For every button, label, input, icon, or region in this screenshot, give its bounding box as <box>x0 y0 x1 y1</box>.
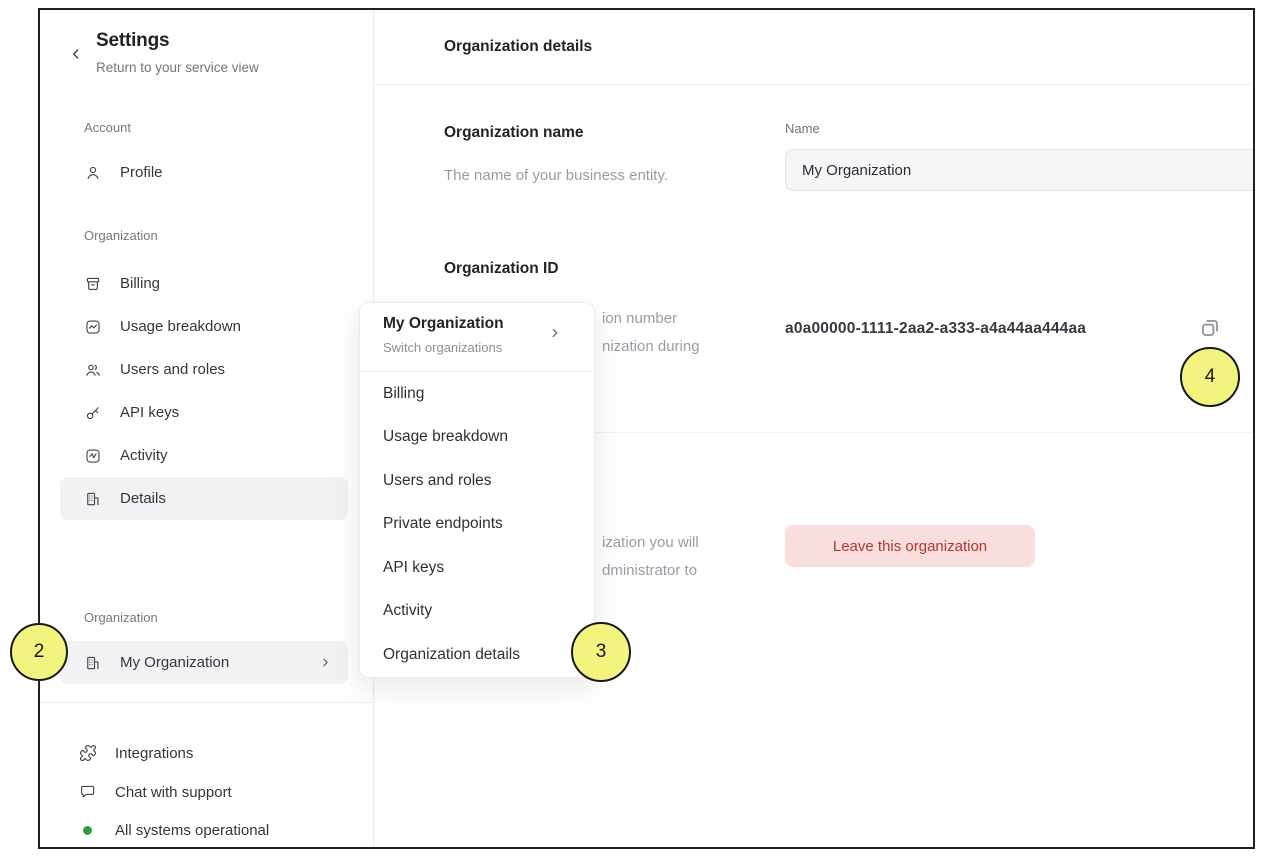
menu-item-api-keys[interactable]: API keys <box>360 546 594 590</box>
sidebar-item-profile[interactable]: Profile <box>60 151 348 194</box>
sidebar-subtitle: Return to your service view <box>96 60 259 75</box>
settings-sidebar: Settings Return to your service view Acc… <box>40 10 374 847</box>
section-label-organization-switcher: Organization <box>84 610 158 625</box>
chat-bubble-icon <box>79 783 97 801</box>
screenshot-stage: Settings Return to your service view Acc… <box>0 0 1262 866</box>
sidebar-item-users-and-roles[interactable]: Users and roles <box>60 348 348 391</box>
menu-org-title: My Organization <box>383 315 504 333</box>
annotation-badge-3: 3 <box>571 622 631 682</box>
sidebar-item-billing[interactable]: Billing <box>60 262 348 305</box>
chevron-right-icon <box>319 656 332 669</box>
sidebar-item-label: All systems operational <box>115 822 269 839</box>
section-label-organization: Organization <box>84 228 158 243</box>
sidebar-item-system-status[interactable]: All systems operational <box>79 813 269 847</box>
sidebar-item-usage-breakdown[interactable]: Usage breakdown <box>60 305 348 348</box>
organization-dropdown-menu: My Organization Switch organizations Bil… <box>359 302 595 678</box>
section-label-account: Account <box>84 120 131 135</box>
org-name-description: The name of your business entity. <box>444 167 668 184</box>
org-id-description-line1: ion number <box>602 310 677 327</box>
activity-icon <box>84 447 102 465</box>
sidebar-item-label: API keys <box>120 404 179 421</box>
name-field-label: Name <box>785 121 820 136</box>
status-dot-icon <box>83 826 92 835</box>
back-chevron-icon[interactable] <box>68 46 84 62</box>
org-id-value: a0a00000-1111-2aa2-a333-a4a44aa444aa <box>785 320 1086 338</box>
puzzle-icon <box>79 744 97 762</box>
name-input[interactable] <box>785 149 1255 191</box>
sidebar-item-label: My Organization <box>120 654 229 671</box>
leave-description-line1: ization you will <box>602 534 699 551</box>
menu-org-subtitle: Switch organizations <box>383 340 502 355</box>
sidebar-item-my-organization[interactable]: My Organization <box>60 641 348 684</box>
page-title: Organization details <box>444 38 592 56</box>
sidebar-item-integrations[interactable]: Integrations <box>79 736 193 770</box>
org-name-heading: Organization name <box>444 124 584 142</box>
menu-list: Billing Usage breakdown Users and roles … <box>360 372 594 677</box>
key-icon <box>84 404 102 422</box>
menu-item-billing[interactable]: Billing <box>360 372 594 416</box>
menu-item-usage-breakdown[interactable]: Usage breakdown <box>360 416 594 460</box>
sidebar-item-label: Activity <box>120 447 168 464</box>
users-icon <box>84 361 102 379</box>
sidebar-item-activity[interactable]: Activity <box>60 434 348 477</box>
sidebar-item-label: Profile <box>120 164 163 181</box>
sidebar-item-label: Chat with support <box>115 784 232 801</box>
building-icon <box>84 490 102 508</box>
sidebar-item-details[interactable]: Details <box>60 477 348 520</box>
org-id-description-line2: nization during <box>602 338 700 355</box>
sidebar-item-label: Usage breakdown <box>120 318 241 335</box>
sidebar-item-label: Users and roles <box>120 361 225 378</box>
menu-item-users-and-roles[interactable]: Users and roles <box>360 459 594 503</box>
sidebar-divider <box>40 702 374 703</box>
sidebar-title: Settings <box>96 30 169 52</box>
copy-icon[interactable] <box>1198 314 1226 342</box>
chart-line-icon <box>84 318 102 336</box>
header-divider <box>375 84 1253 85</box>
building-icon <box>84 654 102 672</box>
sidebar-item-label: Details <box>120 490 166 507</box>
menu-item-organization-details[interactable]: Organization details <box>360 633 594 677</box>
annotation-badge-2: 2 <box>10 623 68 681</box>
person-icon <box>84 164 102 182</box>
chevron-right-icon <box>548 326 562 340</box>
billing-box-icon <box>84 275 102 293</box>
leave-description-line2: dministrator to <box>602 562 697 579</box>
org-id-heading: Organization ID <box>444 260 559 278</box>
sidebar-item-chat-with-support[interactable]: Chat with support <box>79 775 232 809</box>
sidebar-item-api-keys[interactable]: API keys <box>60 391 348 434</box>
annotation-badge-4: 4 <box>1180 347 1240 407</box>
leave-organization-button[interactable]: Leave this organization <box>785 525 1035 567</box>
menu-header-my-organization[interactable]: My Organization Switch organizations <box>360 303 594 371</box>
sidebar-item-label: Integrations <box>115 745 193 762</box>
menu-item-activity[interactable]: Activity <box>360 590 594 634</box>
settings-window: Settings Return to your service view Acc… <box>38 8 1255 849</box>
menu-item-private-endpoints[interactable]: Private endpoints <box>360 503 594 547</box>
sidebar-item-label: Billing <box>120 275 160 292</box>
